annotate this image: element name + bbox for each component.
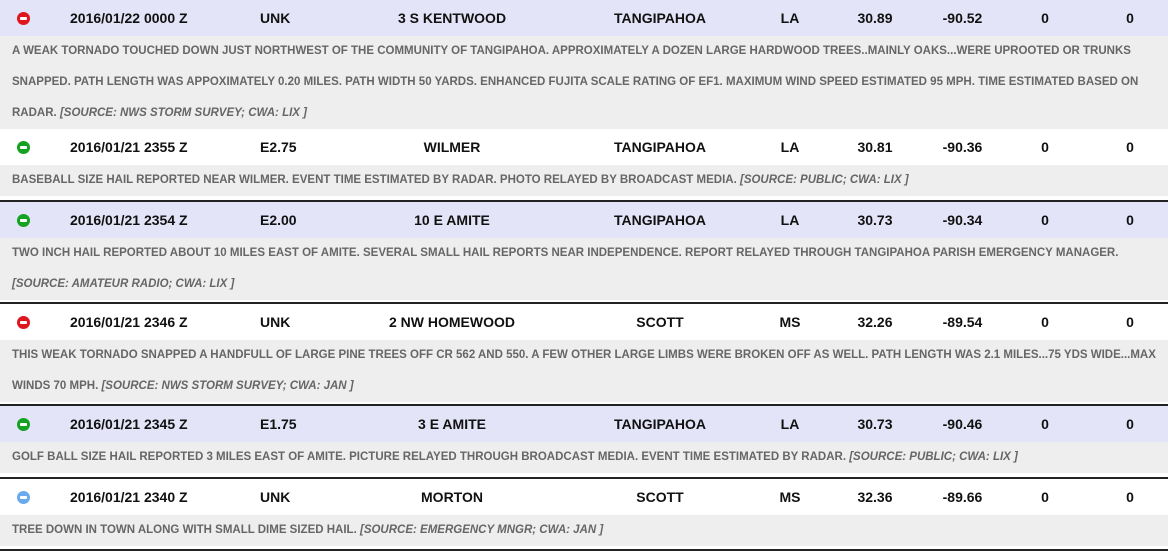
report-fatalities: 0: [1126, 416, 1134, 432]
report-latitude: 30.81: [857, 139, 893, 155]
report-location: MORTON: [421, 489, 483, 505]
report-summary-row[interactable]: 2016/01/21 2345 Z E1.75 3 E AMITE TANGIP…: [0, 406, 1168, 442]
tornado-icon: [17, 12, 30, 25]
report-location: 3 E AMITE: [418, 416, 486, 432]
report-location: 10 E AMITE: [414, 212, 490, 228]
report-fatalities: 0: [1126, 489, 1134, 505]
report-description-text: BASEBALL SIZE HAIL REPORTED NEAR WILMER.…: [12, 174, 737, 186]
report-magnitude: E2.00: [260, 212, 297, 228]
report-state: LA: [780, 212, 800, 228]
report-county: SCOTT: [636, 314, 684, 330]
report-state: LA: [780, 139, 800, 155]
report-longitude: -90.34: [942, 212, 983, 228]
storm-report: 2016/01/22 0000 Z UNK 3 S KENTWOOD TANGI…: [0, 0, 1168, 129]
report-time: 2016/01/21 2354 Z: [70, 212, 188, 228]
report-longitude: -90.46: [942, 416, 983, 432]
report-description-text: TWO INCH HAIL REPORTED ABOUT 10 MILES EA…: [12, 247, 1119, 259]
report-source: [SOURCE: EMERGENCY MNGR; CWA: JAN ]: [359, 524, 604, 536]
report-source: [SOURCE: PUBLIC; CWA: LIX ]: [849, 451, 1018, 463]
report-magnitude: E1.75: [260, 416, 297, 432]
hail-icon: [17, 418, 30, 431]
report-latitude: 32.36: [857, 489, 893, 505]
storm-report: 2016/01/21 2354 Z E2.00 10 E AMITE TANGI…: [0, 202, 1168, 304]
storm-report: 2016/01/21 2340 Z UNK MORTON SCOTT MS 32…: [0, 479, 1168, 551]
report-source: [SOURCE: AMATEUR RADIO; CWA: LIX ]: [12, 278, 235, 290]
wind-icon: [17, 491, 30, 504]
report-magnitude: UNK: [260, 489, 291, 505]
report-time: 2016/01/21 2345 Z: [70, 416, 188, 432]
report-time: 2016/01/21 2355 Z: [70, 139, 188, 155]
report-latitude: 30.73: [857, 212, 893, 228]
report-source: [SOURCE: NWS STORM SURVEY; CWA: JAN ]: [101, 380, 354, 392]
report-description: TREE DOWN IN TOWN ALONG WITH SMALL DIME …: [0, 515, 1168, 546]
report-summary-row[interactable]: 2016/01/21 2340 Z UNK MORTON SCOTT MS 32…: [0, 479, 1168, 515]
report-county: TANGIPAHOA: [613, 212, 707, 228]
storm-report-list: 2016/01/22 0000 Z UNK 3 S KENTWOOD TANGI…: [0, 0, 1168, 551]
report-magnitude: UNK: [260, 314, 291, 330]
report-state: LA: [780, 10, 800, 26]
report-longitude: -90.52: [942, 10, 983, 26]
report-description-text: GOLF BALL SIZE HAIL REPORTED 3 MILES EAS…: [12, 451, 847, 463]
storm-report: 2016/01/21 2346 Z UNK 2 NW HOMEWOOD SCOT…: [0, 304, 1168, 406]
report-description: A WEAK TORNADO TOUCHED DOWN JUST NORTHWE…: [0, 36, 1168, 129]
report-description: GOLF BALL SIZE HAIL REPORTED 3 MILES EAS…: [0, 442, 1168, 473]
report-state: MS: [779, 314, 801, 330]
report-longitude: -90.36: [942, 139, 983, 155]
hail-icon: [17, 214, 30, 227]
report-latitude: 30.89: [857, 10, 893, 26]
storm-report: 2016/01/21 2355 Z E2.75 WILMER TANGIPAHO…: [0, 129, 1168, 202]
report-injuries: 0: [1041, 314, 1049, 330]
report-fatalities: 0: [1126, 139, 1134, 155]
hail-icon: [17, 141, 30, 154]
report-location: WILMER: [423, 139, 481, 155]
report-location: 2 NW HOMEWOOD: [389, 314, 515, 330]
report-county: TANGIPAHOA: [613, 139, 707, 155]
report-magnitude: UNK: [260, 10, 291, 26]
tornado-icon: [17, 316, 30, 329]
report-longitude: -89.66: [942, 489, 983, 505]
report-description: BASEBALL SIZE HAIL REPORTED NEAR WILMER.…: [0, 165, 1168, 196]
report-fatalities: 0: [1126, 314, 1134, 330]
report-location: 3 S KENTWOOD: [397, 10, 507, 26]
report-fatalities: 0: [1126, 10, 1134, 26]
report-source: [SOURCE: PUBLIC; CWA: LIX ]: [739, 174, 909, 186]
report-source: [SOURCE: NWS STORM SURVEY; CWA: LIX ]: [59, 107, 307, 119]
report-injuries: 0: [1041, 212, 1049, 228]
report-county: TANGIPAHOA: [613, 416, 707, 432]
report-county: SCOTT: [636, 489, 684, 505]
report-magnitude: E2.75: [260, 139, 297, 155]
report-county: TANGIPAHOA: [613, 10, 707, 26]
report-latitude: 32.26: [857, 314, 893, 330]
report-state: LA: [780, 416, 800, 432]
storm-report: 2016/01/21 2345 Z E1.75 3 E AMITE TANGIP…: [0, 406, 1168, 479]
report-description: TWO INCH HAIL REPORTED ABOUT 10 MILES EA…: [0, 238, 1168, 300]
report-summary-row[interactable]: 2016/01/21 2354 Z E2.00 10 E AMITE TANGI…: [0, 202, 1168, 238]
report-time: 2016/01/21 2340 Z: [70, 489, 188, 505]
report-summary-row[interactable]: 2016/01/21 2355 Z E2.75 WILMER TANGIPAHO…: [0, 129, 1168, 165]
report-injuries: 0: [1041, 489, 1049, 505]
report-injuries: 0: [1041, 10, 1049, 26]
report-description-text: TREE DOWN IN TOWN ALONG WITH SMALL DIME …: [12, 524, 357, 536]
report-state: MS: [779, 489, 801, 505]
report-fatalities: 0: [1126, 212, 1134, 228]
report-latitude: 30.73: [857, 416, 893, 432]
report-injuries: 0: [1041, 139, 1049, 155]
report-summary-row[interactable]: 2016/01/21 2346 Z UNK 2 NW HOMEWOOD SCOT…: [0, 304, 1168, 340]
report-time: 2016/01/22 0000 Z: [70, 10, 188, 26]
report-injuries: 0: [1041, 416, 1049, 432]
report-time: 2016/01/21 2346 Z: [70, 314, 188, 330]
report-description: THIS WEAK TORNADO SNAPPED A HANDFULL OF …: [0, 340, 1168, 402]
report-longitude: -89.54: [942, 314, 983, 330]
report-summary-row[interactable]: 2016/01/22 0000 Z UNK 3 S KENTWOOD TANGI…: [0, 0, 1168, 36]
